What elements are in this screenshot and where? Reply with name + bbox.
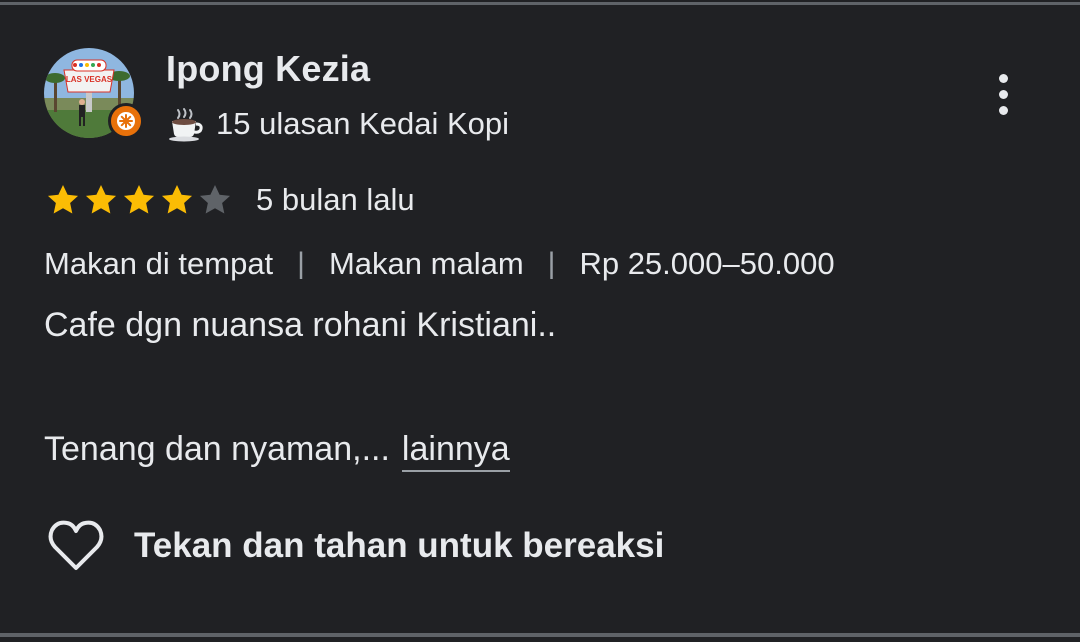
star-icon-2 (82, 181, 120, 219)
read-more-link[interactable]: lainnya (401, 430, 510, 472)
more-options-button[interactable] (980, 66, 1026, 122)
review-tags: Makan di tempat | Makan malam | Rp 25.00… (44, 242, 835, 286)
star-icon-3 (120, 181, 158, 219)
review-text-snippet: Tenang dan nyaman,... (44, 430, 390, 468)
tag-separator: | (297, 247, 305, 280)
reviewer-stats-text[interactable]: 15 ulasan Kedai Kopi (216, 106, 509, 142)
react-label: Tekan dan tahan untuk bereaksi (134, 526, 665, 565)
review-text-line-1: Cafe dgn nuansa rohani Kristiani.. (44, 306, 557, 344)
bottom-divider (0, 633, 1080, 637)
react-button[interactable]: Tekan dan tahan untuk bereaksi (46, 518, 664, 574)
rating-row: 5 bulan lalu (44, 178, 415, 222)
tag-meal: Makan malam (328, 246, 524, 281)
star-icon-4 (158, 181, 196, 219)
tag-price: Rp 25.000–50.000 (579, 246, 835, 281)
review-time: 5 bulan lalu (256, 182, 415, 217)
avatar-sign-text: LAS VEGAS (66, 75, 113, 84)
review-text-line-2: Tenang dan nyaman,... lainnya (44, 430, 510, 472)
heart-outline-icon (48, 520, 104, 570)
reviewer-name[interactable]: Ipong Kezia (166, 48, 370, 90)
reviewer-stats: 15 ulasan Kedai Kopi (166, 104, 509, 144)
more-vertical-icon-dot-3 (998, 105, 1008, 115)
local-guide-badge-icon (108, 103, 144, 139)
review-card: LAS VEGAS Ipong Kezia 15 ulasan Kedai Ko… (0, 0, 1080, 642)
star-icon-5 (196, 181, 234, 219)
coffee-cup-icon (169, 108, 203, 142)
more-vertical-icon-dot-2 (998, 89, 1008, 99)
star-rating (44, 181, 234, 219)
tag-service: Makan di tempat (44, 246, 274, 281)
more-vertical-icon-dot-1 (998, 73, 1008, 83)
star-icon-1 (44, 181, 82, 219)
tag-separator: | (547, 247, 556, 280)
